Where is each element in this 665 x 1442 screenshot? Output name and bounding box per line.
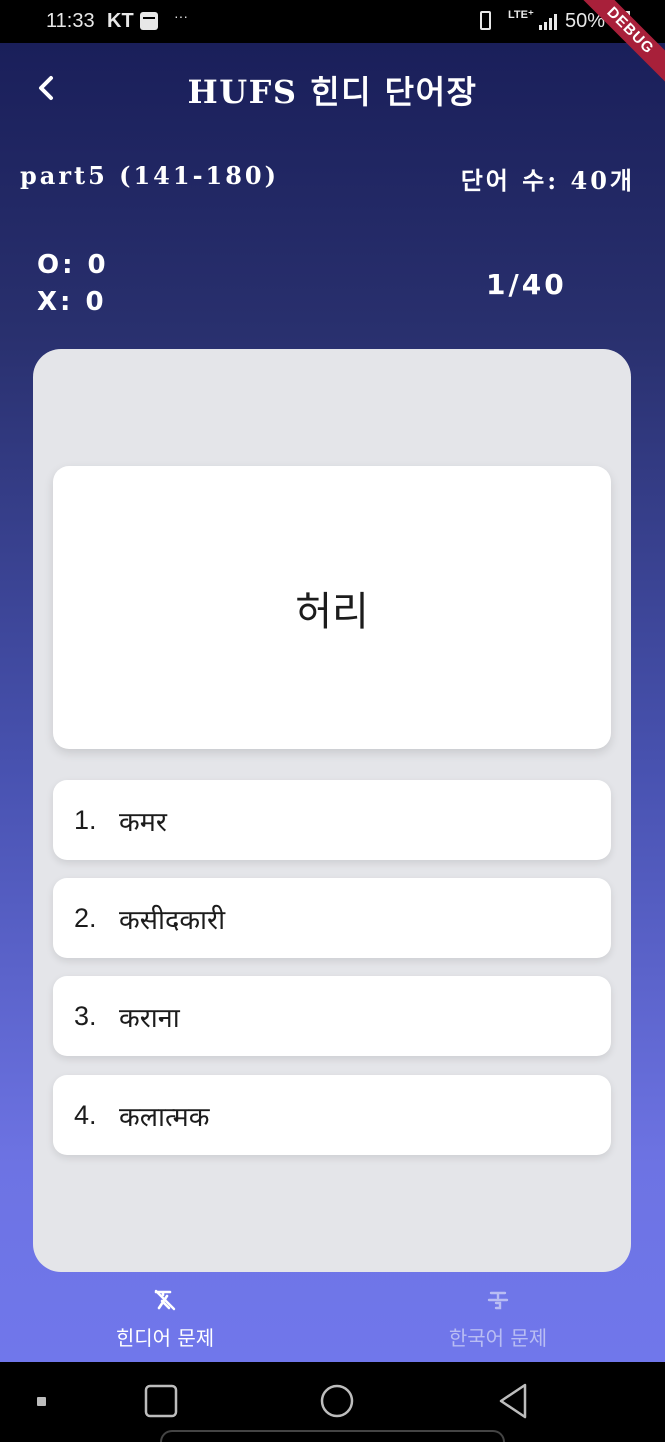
question-progress: 1/40 bbox=[486, 268, 567, 301]
strikethrough-icon bbox=[487, 1291, 509, 1310]
tab-hindi-label: 힌디어 문제 bbox=[115, 1326, 215, 1350]
correct-count: O: 0 bbox=[37, 250, 109, 280]
option-number: 1. bbox=[74, 804, 97, 835]
answer-option-4[interactable]: 4. कलात्मक bbox=[53, 1075, 611, 1155]
vibrate-icon bbox=[480, 11, 491, 30]
part-label: part5 (141-180) bbox=[20, 161, 279, 190]
page-title: HUFS 힌디 단어장 bbox=[187, 73, 478, 111]
quiz-screen: HUFS 힌디 단어장 part5 (141-180) 단어 수: 40개 O:… bbox=[0, 43, 665, 1362]
more-notifications-icon: ··· bbox=[174, 8, 188, 24]
status-bar: 11:33 KT ··· LTE⁺ 50% bbox=[0, 0, 665, 43]
option-text: कराना bbox=[119, 1002, 180, 1034]
option-number: 2. bbox=[74, 902, 97, 933]
wrong-count: X: 0 bbox=[37, 287, 107, 317]
option-number: 4. bbox=[74, 1099, 97, 1130]
option-number: 3. bbox=[74, 1000, 97, 1031]
quiz-panel: 허리 1. कमर 2. कसीदकारी 3. कराना 4. कलात्म… bbox=[33, 349, 631, 1272]
word-count: 단어 수: 40개 bbox=[460, 166, 635, 195]
question-word: 허리 bbox=[295, 588, 369, 635]
tab-korean-quiz[interactable]: 한국어 문제 bbox=[398, 1272, 598, 1362]
option-text: कलात्मक bbox=[119, 1101, 210, 1133]
recents-button-icon[interactable] bbox=[143, 1362, 179, 1440]
gesture-bar bbox=[160, 1430, 505, 1442]
tab-korean-label: 한국어 문제 bbox=[448, 1326, 548, 1350]
bottom-navigation: 힌디어 문제 한국어 문제 bbox=[0, 1272, 665, 1362]
network-type: LTE⁺ bbox=[508, 9, 534, 21]
system-navigation-bar bbox=[0, 1362, 665, 1442]
message-notification-icon bbox=[140, 12, 158, 30]
notification-dot-icon bbox=[37, 1397, 46, 1406]
option-text: कमर bbox=[119, 806, 167, 838]
question-card: 허리 bbox=[53, 466, 611, 749]
translate-off-icon bbox=[154, 1289, 176, 1311]
option-text: कसीदकारी bbox=[119, 904, 226, 936]
signal-icon bbox=[539, 14, 557, 30]
answer-option-1[interactable]: 1. कमर bbox=[53, 780, 611, 860]
back-button-icon[interactable] bbox=[495, 1362, 531, 1440]
answer-option-3[interactable]: 3. कराना bbox=[53, 976, 611, 1056]
home-button-icon[interactable] bbox=[317, 1362, 357, 1440]
answer-option-2[interactable]: 2. कसीदकारी bbox=[53, 878, 611, 958]
status-carrier: KT bbox=[107, 10, 134, 32]
tab-hindi-quiz[interactable]: 힌디어 문제 bbox=[65, 1272, 265, 1362]
status-time: 11:33 bbox=[46, 10, 95, 32]
